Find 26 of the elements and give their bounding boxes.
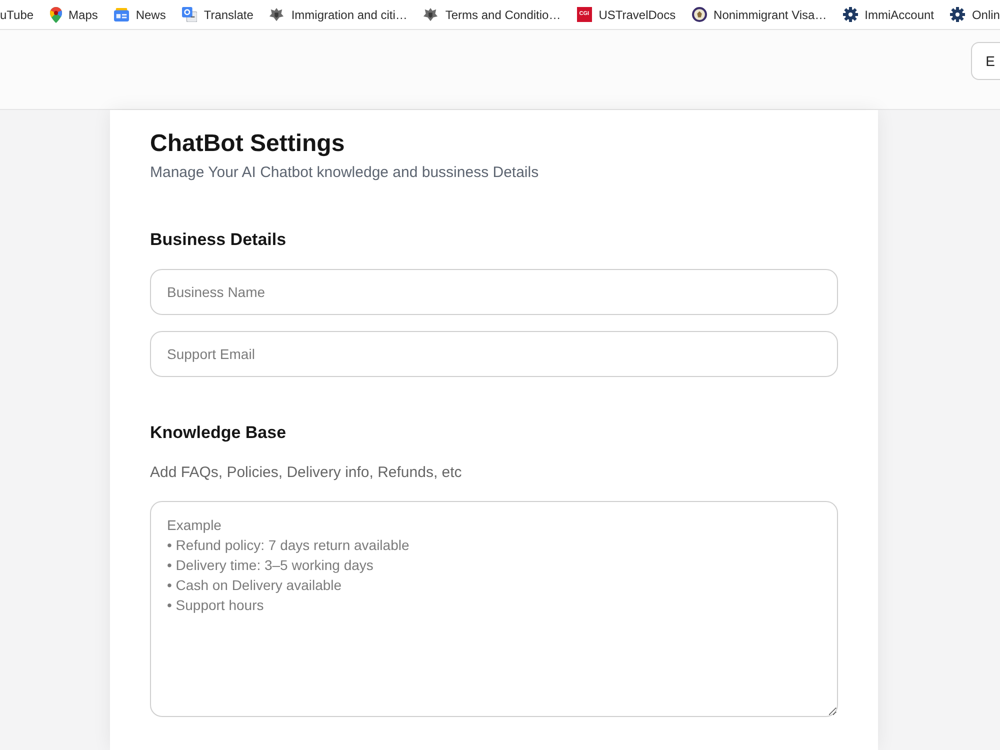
knowledge-textarea[interactable]: Example • Refund policy: 7 days return available • Delivery time: 3–5 working days • Cash on Delivery available • Support hours bbox=[150, 501, 838, 717]
page-subtitle: Manage Your AI Chatbot knowledge and bussiness Details bbox=[150, 163, 540, 183]
input-field[interactable]: Support Email bbox=[150, 331, 838, 377]
bookmark-link[interactable]: Translate bbox=[182, 6, 254, 24]
crest-icon bbox=[269, 7, 284, 22]
seal-icon bbox=[692, 7, 707, 22]
gear-icon bbox=[950, 7, 965, 22]
bookmark-link[interactable]: News bbox=[114, 6, 166, 24]
bookmark-link[interactable]: uTube bbox=[0, 6, 34, 24]
section-heading: Business Details bbox=[150, 229, 288, 251]
bookmark-link[interactable]: Onlin bbox=[950, 6, 1000, 24]
header-button[interactable]: E bbox=[970, 42, 1000, 80]
page-title: ChatBot Settings bbox=[150, 129, 346, 158]
bookmark-link[interactable]: ImmiAccount bbox=[842, 6, 934, 24]
gear-icon bbox=[842, 7, 858, 22]
translate-icon bbox=[182, 7, 197, 22]
map-pin-icon bbox=[50, 6, 62, 22]
crest-icon bbox=[423, 7, 438, 22]
bookmark-link[interactable]: Terms and Conditio… bbox=[423, 6, 561, 24]
bookmark-link[interactable]: Immigration and citi… bbox=[269, 6, 408, 24]
bookmark-link[interactable]: Nonimmigrant Visa… bbox=[692, 6, 827, 24]
bookmark-link[interactable]: Maps bbox=[50, 6, 98, 24]
section-heading: Knowledge Base bbox=[150, 422, 288, 444]
newspaper-icon bbox=[114, 7, 129, 22]
input-field[interactable]: Business Name bbox=[150, 269, 838, 315]
section-hint: Add FAQs, Policies, Delivery info, Refunds, etc bbox=[150, 463, 463, 483]
